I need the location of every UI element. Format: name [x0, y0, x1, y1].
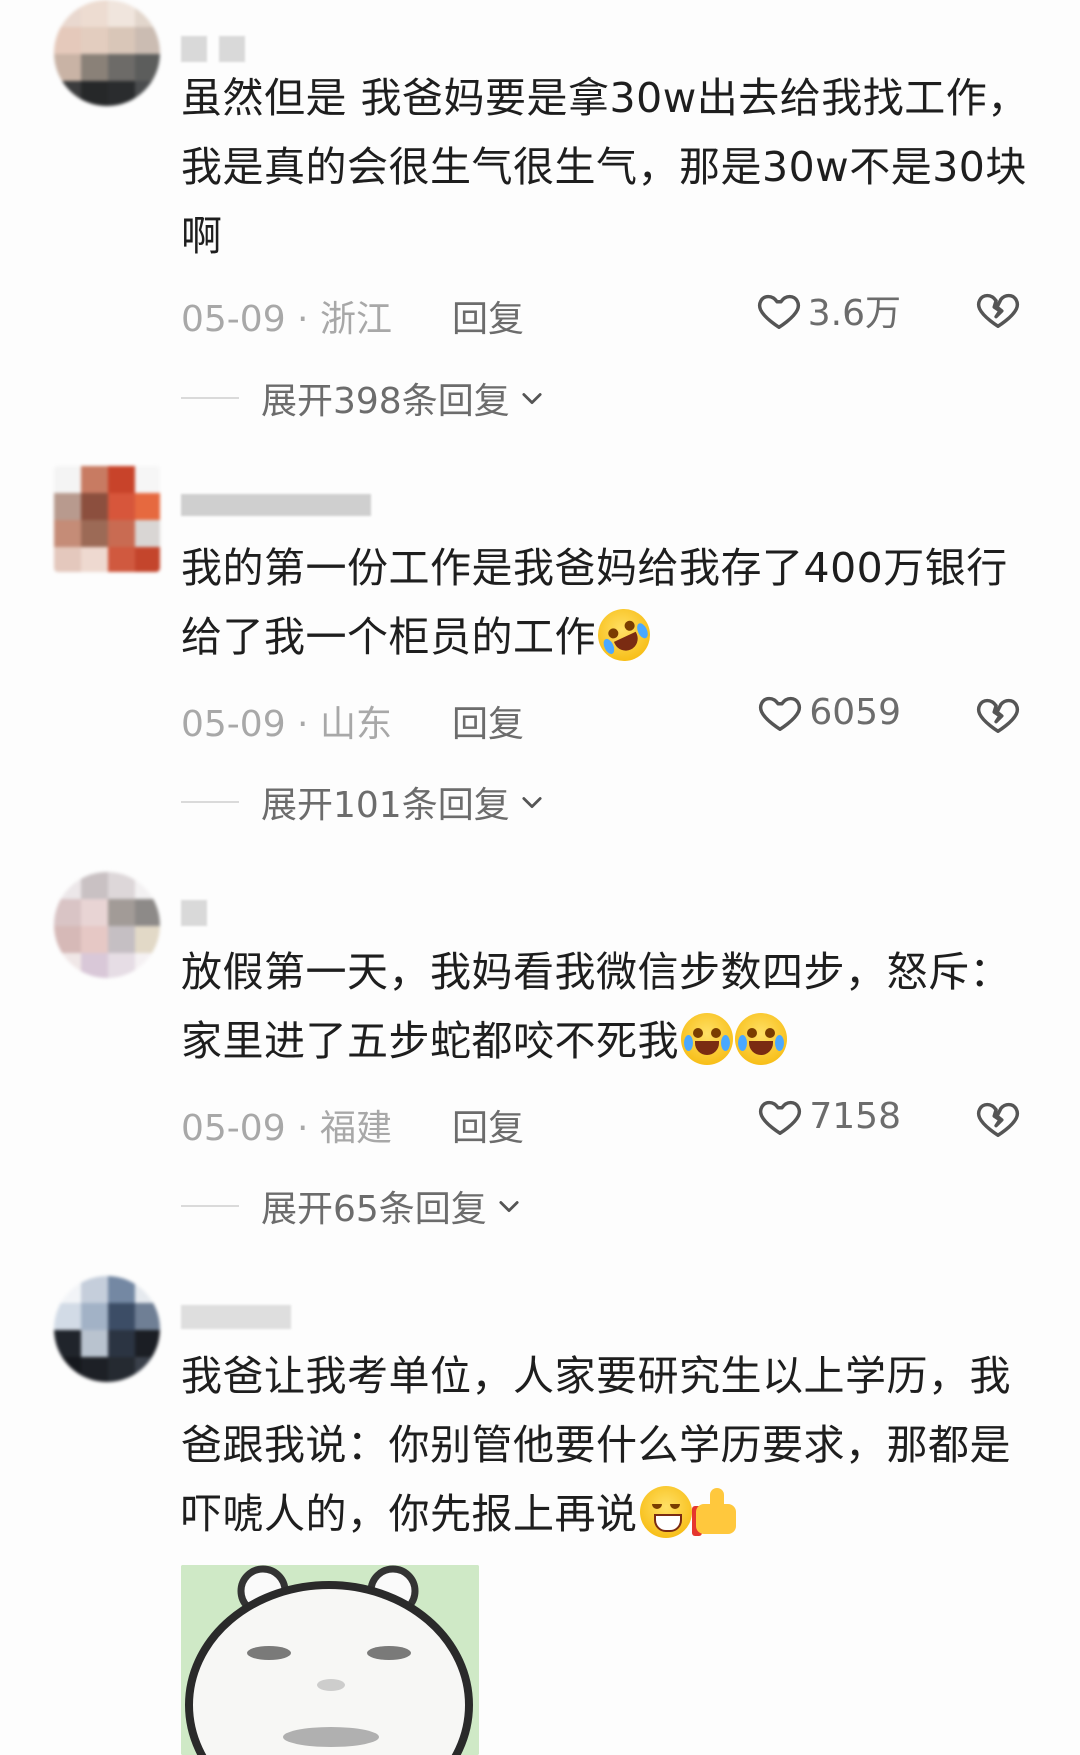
reply-button[interactable]: 回复	[452, 290, 524, 342]
expand-replies[interactable]: 展开398条回复	[181, 373, 546, 423]
heart-outline-icon	[759, 1100, 802, 1135]
expand-replies[interactable]: 展开65条回复	[181, 1181, 523, 1231]
heart-outline-icon	[759, 696, 802, 731]
like-count: 6059	[809, 691, 901, 733]
comment-meta: 05-09 · 福建 回复 7158	[181, 1093, 1021, 1149]
bear-meme-sticker[interactable]	[181, 1565, 479, 1755]
comment-date-location: 05-09 · 浙江	[181, 299, 392, 340]
reply-button[interactable]: 回复	[452, 695, 524, 747]
expand-replies-label: 展开101条回复	[261, 785, 510, 826]
chevron-down-icon	[522, 797, 542, 809]
chevron-down-icon	[522, 393, 542, 405]
dislike-button[interactable]	[975, 1095, 1021, 1150]
comment-meta: 05-09 · 山东 回复 6059	[181, 689, 1021, 745]
comment-text: 虽然但是 我爸妈要是拿30w出去给我找工作，我是真的会很生气很生气，那是30w不…	[181, 74, 1029, 260]
expand-replies-label: 展开65条回复	[261, 1189, 487, 1230]
divider	[181, 1205, 239, 1207]
username[interactable]	[181, 1302, 291, 1332]
comment-date-location: 05-09 · 山东	[181, 704, 392, 745]
like-count: 3.6万	[807, 293, 901, 334]
grin-emoji	[639, 1486, 692, 1538]
like-count: 7158	[809, 1095, 901, 1137]
like-button[interactable]: 6059	[757, 689, 901, 735]
avatar[interactable]	[54, 872, 160, 978]
divider	[181, 397, 239, 399]
dislike-button[interactable]	[975, 691, 1021, 746]
broken-heart-icon	[976, 1102, 1020, 1137]
comment-text: 放假第一天，我妈看我微信步数四步，怒斥：家里进了五步蛇都咬不死我	[181, 938, 1031, 1076]
dislike-button[interactable]	[975, 286, 1021, 341]
username[interactable]	[181, 490, 371, 520]
chevron-down-icon	[499, 1201, 519, 1213]
username[interactable]	[181, 898, 207, 928]
crying-laughing-emoji	[735, 1013, 787, 1065]
expand-replies[interactable]: 展开101条回复	[181, 777, 546, 827]
avatar[interactable]	[54, 1276, 160, 1382]
expand-replies-label: 展开398条回复	[261, 381, 510, 422]
like-button[interactable]: 3.6万	[756, 284, 901, 336]
avatar[interactable]	[54, 0, 160, 106]
thumbs-up-emoji	[691, 1486, 742, 1538]
rolling-laughing-emoji	[589, 600, 659, 670]
heart-outline-icon	[757, 294, 800, 329]
reply-button[interactable]: 回复	[452, 1099, 524, 1151]
avatar[interactable]	[54, 466, 160, 572]
crying-laughing-emoji	[681, 1013, 733, 1065]
username[interactable]	[181, 34, 245, 64]
like-button[interactable]: 7158	[757, 1093, 901, 1139]
broken-heart-icon	[976, 293, 1020, 328]
comment-text-content: 放假第一天，我妈看我微信步数四步，怒斥：家里进了五步蛇都咬不死我	[181, 948, 1011, 1065]
comment-text-content: 我的第一份工作是我爸妈给我存了400万银行给了我一个柜员的工作	[181, 544, 1008, 661]
comment-date-location: 05-09 · 福建	[181, 1108, 392, 1149]
divider	[181, 801, 239, 803]
comment-text: 我的第一份工作是我爸妈给我存了400万银行给了我一个柜员的工作	[181, 534, 1031, 672]
comment-text-content: 我爸让我考单位，人家要研究生以上学历，我爸跟我说：你别管他要什么学历要求，那都是…	[181, 1352, 1011, 1538]
comment-meta: 05-09 · 浙江 回复 3.6万	[181, 284, 1021, 340]
broken-heart-icon	[976, 698, 1020, 733]
comment-text: 我爸让我考单位，人家要研究生以上学历，我爸跟我说：你别管他要什么学历要求，那都是…	[181, 1342, 1031, 1549]
